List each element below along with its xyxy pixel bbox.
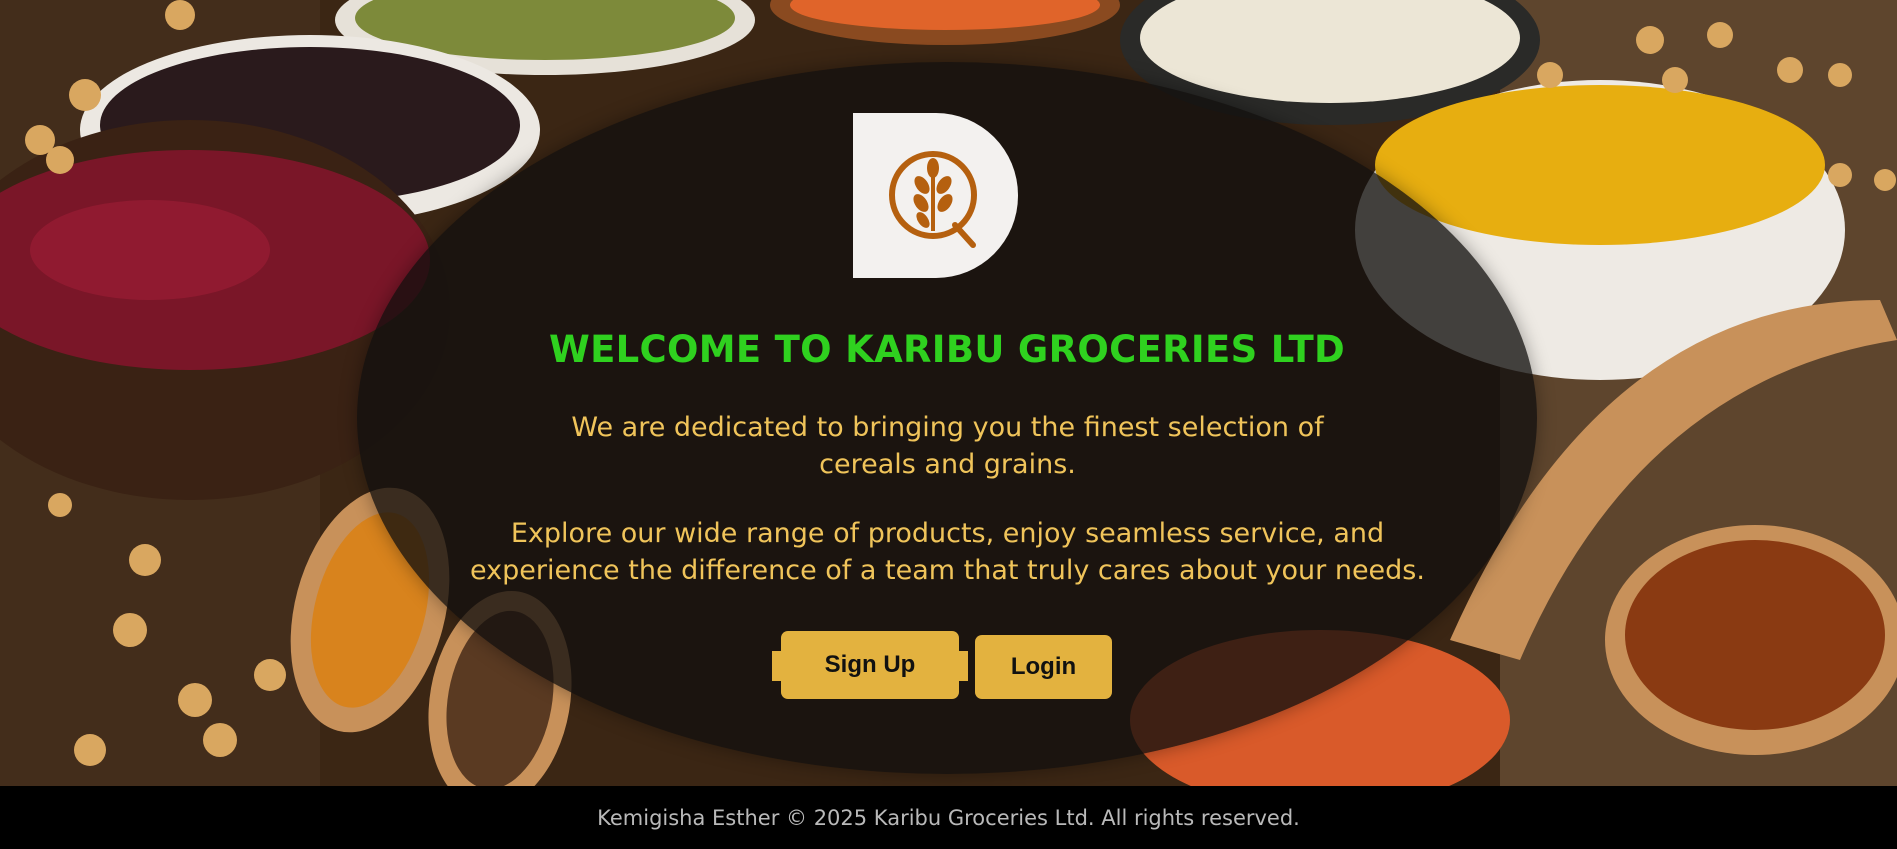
copyright-text: Kemigisha Esther © 2025 Karibu Groceries… [597,805,1300,830]
intro-line-2: cereals and grains. [819,449,1076,480]
company-logo [853,113,1018,278]
explore-paragraph: Explore our wide range of products, enjo… [420,515,1475,589]
intro-paragraph: We are dedicated to bringing you the fin… [420,409,1475,483]
grain-wheat-logo-icon [889,151,977,248]
welcome-title: WELCOME TO KARIBU GROCERIES LTD [548,328,1346,371]
explore-line-1: Explore our wide range of products, enjo… [510,518,1385,549]
explore-line-2: experience the difference of a team that… [470,555,1425,586]
login-button[interactable]: Login [975,635,1112,699]
sign-up-button[interactable]: Sign Up [772,631,968,699]
intro-line-1: We are dedicated to bringing you the fin… [571,412,1324,443]
footer: Kemigisha Esther © 2025 Karibu Groceries… [0,786,1897,849]
